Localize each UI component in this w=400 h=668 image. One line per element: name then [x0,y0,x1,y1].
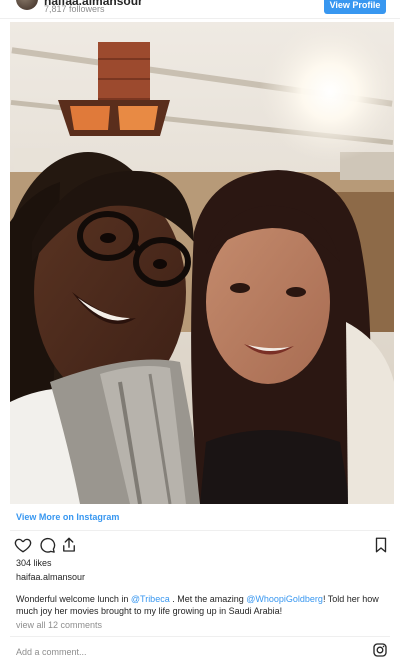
mention-link[interactable]: @Tribeca [131,594,170,604]
mention-link[interactable]: @WhoopiGoldberg [246,594,323,604]
selfie-photo-illustration [10,22,394,504]
caption-text: Wonderful welcome lunch in @Tribeca . Me… [16,593,388,617]
add-comment-input[interactable] [16,645,356,659]
caption-part: Wonderful welcome lunch in [16,594,131,604]
like-count[interactable]: 304 likes [16,558,52,568]
caption-author[interactable]: haifaa.almansour [16,572,85,582]
avatar[interactable] [16,0,38,10]
instagram-embed: haifaa.almansour 7,817 followers View Pr… [0,0,400,668]
view-profile-button[interactable]: View Profile [324,0,386,14]
view-all-comments-link[interactable]: view all 12 comments [16,620,102,630]
comment-icon[interactable] [38,536,56,554]
bookmark-icon[interactable] [372,536,390,554]
action-row [14,536,388,554]
divider [10,530,390,531]
caption-part: . Met the amazing [169,594,247,604]
share-icon[interactable] [60,536,78,554]
view-more-link[interactable]: View More on Instagram [16,512,119,522]
post-photo[interactable] [10,22,394,504]
heart-icon[interactable] [14,536,32,554]
post-header: haifaa.almansour 7,817 followers View Pr… [0,0,400,19]
instagram-logo-icon[interactable] [372,642,388,658]
divider [10,636,390,637]
follower-count: 7,817 followers [44,4,105,14]
